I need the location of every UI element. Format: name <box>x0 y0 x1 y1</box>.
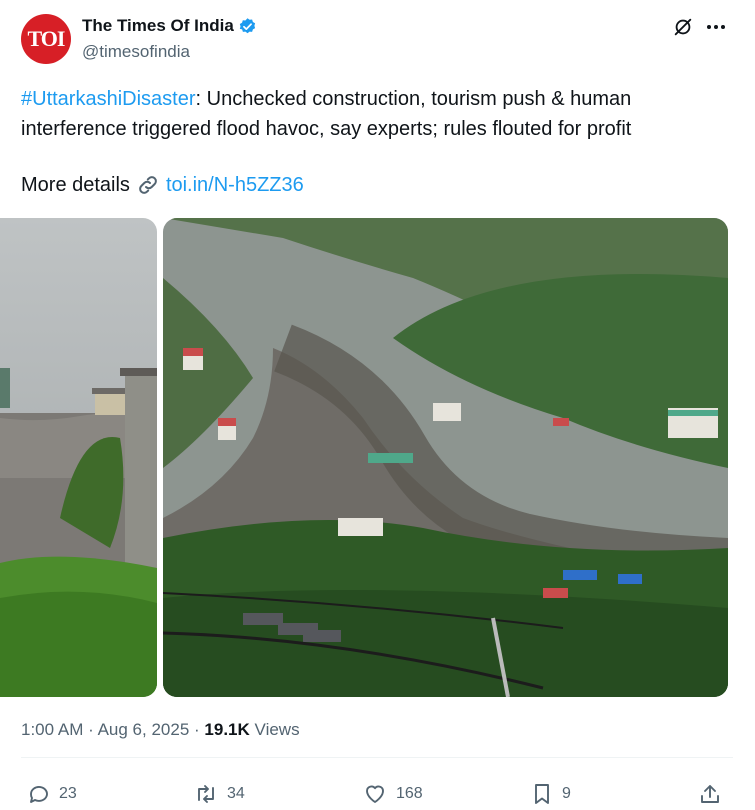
bookmark-button[interactable]: 9 <box>530 782 571 806</box>
divider <box>21 757 733 758</box>
link-icon <box>139 176 157 194</box>
avatar[interactable]: TOI <box>21 14 71 64</box>
views-label: Views <box>254 720 300 739</box>
like-count: 168 <box>396 785 423 802</box>
bookmark-icon <box>535 784 549 804</box>
post-date[interactable]: Aug 6, 2025 <box>98 720 190 739</box>
grok-icon[interactable] <box>672 16 694 38</box>
like-icon <box>366 785 384 803</box>
repost-count: 34 <box>227 785 245 802</box>
repost-button[interactable]: 34 <box>193 782 245 806</box>
views-count: 19.1K <box>204 720 250 739</box>
reply-button[interactable]: 23 <box>27 782 77 806</box>
share-button[interactable] <box>698 782 722 806</box>
reply-icon <box>30 786 48 803</box>
author-name[interactable]: The Times Of India <box>82 16 234 36</box>
more-details-row: More details toi.in/N-h5ZZ36 <box>21 173 304 197</box>
post-time[interactable]: 1:00 AM <box>21 720 83 739</box>
author-name-row[interactable]: The Times Of India <box>82 16 257 36</box>
like-button[interactable]: 168 <box>362 782 423 806</box>
more-icon[interactable] <box>704 16 728 38</box>
meta-separator: · <box>194 720 200 739</box>
meta-separator: · <box>88 720 94 739</box>
reply-count: 23 <box>59 785 77 802</box>
author-handle[interactable]: @timesofindia <box>82 42 190 62</box>
post-meta: 1:00 AM · Aug 6, 2025 · 19.1K Views <box>21 720 300 740</box>
post-text: #UttarkashiDisaster: Unchecked construct… <box>21 84 731 144</box>
details-label: More details <box>21 173 130 196</box>
verified-badge-icon <box>239 17 255 33</box>
media-photo-2[interactable] <box>163 218 728 697</box>
avatar-text: TOI <box>27 26 66 51</box>
media-photo-1[interactable] <box>0 218 157 697</box>
share-icon <box>701 785 719 803</box>
short-link[interactable]: toi.in/N-h5ZZ36 <box>166 174 304 197</box>
hashtag-link[interactable]: #UttarkashiDisaster <box>21 88 196 110</box>
repost-icon <box>198 785 214 803</box>
bookmark-count: 9 <box>562 785 571 802</box>
